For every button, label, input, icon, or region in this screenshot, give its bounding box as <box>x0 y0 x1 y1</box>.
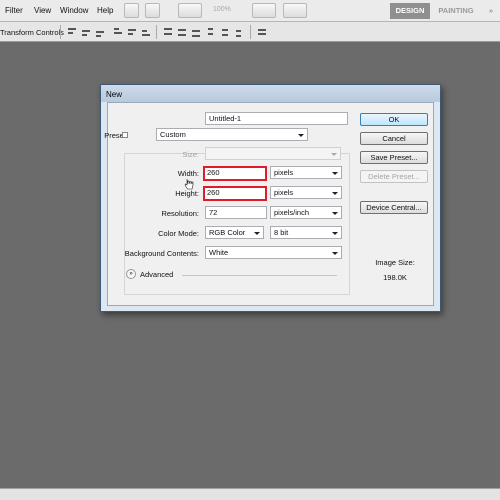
bit-depth-value: 8 bit <box>274 228 289 237</box>
distribute-hcenter-icon[interactable] <box>220 26 232 37</box>
transform-controls-label[interactable]: Transform Controls <box>0 28 64 37</box>
ok-button[interactable]: OK <box>360 113 428 126</box>
status-strip <box>0 488 500 500</box>
color-mode-select[interactable]: RGB Color <box>205 226 264 239</box>
align-hcenter-icon[interactable] <box>126 26 138 37</box>
distribute-bottom-icon[interactable] <box>190 26 202 37</box>
name-field[interactable]: Untitled-1 <box>205 112 348 125</box>
align-bottom-icon[interactable] <box>94 26 106 37</box>
color-mode-value: RGB Color <box>209 228 246 237</box>
save-preset-button[interactable]: Save Preset... <box>360 151 428 164</box>
menu-window[interactable]: Window <box>60 6 88 15</box>
align-top-icon[interactable] <box>66 26 78 37</box>
width-unit: pixels <box>274 168 294 177</box>
chevron-down-icon <box>332 232 338 235</box>
separator <box>60 25 61 39</box>
arrange-documents-button[interactable] <box>252 3 276 18</box>
chevron-down-icon <box>254 232 260 235</box>
menu-help[interactable]: Help <box>97 6 113 15</box>
zoom-level[interactable]: 100% <box>213 6 231 13</box>
distribute-top-icon[interactable] <box>162 26 174 37</box>
height-field[interactable]: 260 <box>203 186 267 201</box>
distribute-vcenter-icon[interactable] <box>176 26 188 37</box>
preset-select[interactable]: Custom <box>156 128 308 141</box>
launch-bridge-button[interactable] <box>124 3 139 18</box>
align-left-icon[interactable] <box>112 26 124 37</box>
chevron-down-icon <box>332 192 338 195</box>
resolution-unit: pixels/inch <box>274 208 310 217</box>
color-mode-label: Color Mode: <box>158 229 199 238</box>
preset-value: Custom <box>160 130 186 139</box>
hand-cursor-icon <box>184 178 194 190</box>
width-unit-select[interactable]: pixels <box>270 166 342 179</box>
bit-depth-select[interactable]: 8 bit <box>270 226 342 239</box>
separator <box>250 25 251 39</box>
menu-bar: Filter View Window Help 100% DESIGN PAIN… <box>0 0 500 22</box>
chevron-down-icon <box>332 212 338 215</box>
preset-label: Preset: <box>104 131 128 140</box>
width-label: Width: <box>177 169 199 178</box>
chevron-down-icon <box>298 134 304 137</box>
workspace-design[interactable]: DESIGN <box>390 3 430 19</box>
view-extras-button[interactable] <box>178 3 202 18</box>
options-bar: Transform Controls <box>0 22 500 42</box>
dialog-body: Name: Untitled-1 Preset: Custom Size: Wi… <box>104 102 434 306</box>
height-unit-select[interactable]: pixels <box>270 186 342 199</box>
advanced-label[interactable]: Advanced <box>140 270 173 279</box>
chevron-down-icon <box>332 252 338 255</box>
advanced-toggle-icon[interactable]: » <box>126 269 136 279</box>
background-contents-label: Background Contents: <box>124 249 199 258</box>
delete-preset-button: Delete Preset... <box>360 170 428 183</box>
height-label: Height: <box>175 189 199 198</box>
menu-filter[interactable]: Filter <box>5 6 23 15</box>
auto-align-icon[interactable] <box>256 26 268 37</box>
dialog-title: New <box>106 90 123 99</box>
size-select <box>205 147 341 160</box>
chevron-down-icon <box>332 172 338 175</box>
new-document-dialog: New Name: Untitled-1 Preset: Custom Size… <box>100 84 441 312</box>
background-contents-value: White <box>209 248 229 257</box>
workspace-painting[interactable]: PAINTING <box>436 3 476 19</box>
divider <box>182 275 337 276</box>
image-size-label: Image Size: <box>375 258 415 267</box>
width-field[interactable]: 260 <box>203 166 267 181</box>
size-label: Size: <box>182 150 199 159</box>
distribute-right-icon[interactable] <box>234 26 246 37</box>
align-right-icon[interactable] <box>140 26 152 37</box>
distribute-left-icon[interactable] <box>206 26 218 37</box>
menu-view[interactable]: View <box>34 6 51 15</box>
dialog-title-bar[interactable]: New <box>101 85 440 102</box>
resolution-field[interactable]: 72 <box>205 206 267 219</box>
chevron-down-icon <box>331 153 337 156</box>
height-unit: pixels <box>274 188 294 197</box>
workspace-more[interactable]: » <box>482 3 500 19</box>
image-size-value: 198.0K <box>383 273 407 282</box>
separator <box>156 25 157 39</box>
launch-minibridge-button[interactable] <box>145 3 160 18</box>
background-contents-select[interactable]: White <box>205 246 342 259</box>
align-vcenter-icon[interactable] <box>80 26 92 37</box>
cancel-button[interactable]: Cancel <box>360 132 428 145</box>
preset-checkbox[interactable] <box>122 132 128 138</box>
resolution-unit-select[interactable]: pixels/inch <box>270 206 342 219</box>
resolution-label: Resolution: <box>161 209 199 218</box>
device-central-button[interactable]: Device Central... <box>360 201 428 214</box>
screen-mode-button[interactable] <box>283 3 307 18</box>
